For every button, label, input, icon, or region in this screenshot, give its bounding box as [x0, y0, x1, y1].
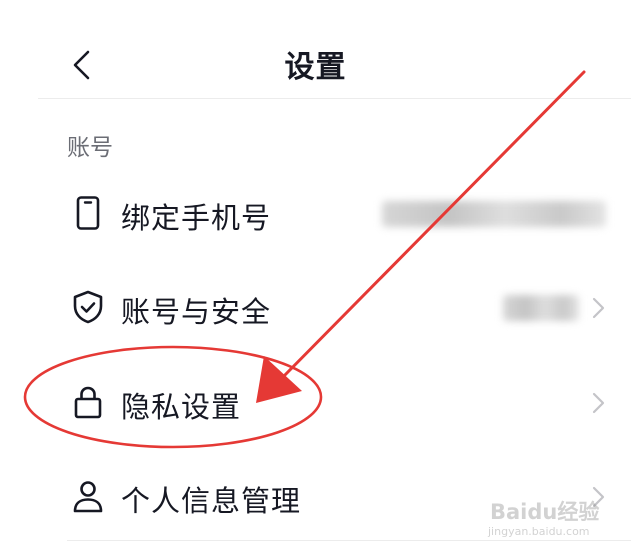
page-title: 设置	[284, 50, 347, 85]
header: 设置	[0, 0, 631, 98]
chevron-right-icon	[592, 392, 605, 414]
lock-icon	[74, 386, 102, 419]
chevron-right-icon	[592, 297, 605, 319]
settings-item-label: 隐私设置	[121, 390, 242, 424]
section-label-account: 账号	[67, 135, 113, 161]
settings-item-account-security[interactable]: 账号与安全	[0, 267, 631, 347]
settings-item-label: 个人信息管理	[121, 484, 302, 518]
baidu-jingyan-watermark: Baidu经验 jingyan.baidu.com	[482, 478, 622, 540]
settings-item-label: 账号与安全	[121, 295, 272, 329]
account-status-value-blurred	[503, 295, 579, 321]
person-icon	[73, 481, 103, 513]
watermark-text: Baidu经验	[490, 500, 600, 524]
shield-check-icon	[73, 290, 103, 324]
row-divider	[67, 540, 631, 541]
phone-icon	[76, 196, 100, 230]
header-divider	[38, 98, 631, 99]
settings-item-label: 绑定手机号	[121, 201, 272, 235]
watermark-url: jingyan.baidu.com	[488, 525, 590, 538]
phone-number-value-blurred	[382, 201, 606, 227]
settings-item-bind-phone[interactable]: 绑定手机号	[0, 173, 631, 253]
settings-item-privacy[interactable]: 隐私设置	[0, 362, 631, 442]
